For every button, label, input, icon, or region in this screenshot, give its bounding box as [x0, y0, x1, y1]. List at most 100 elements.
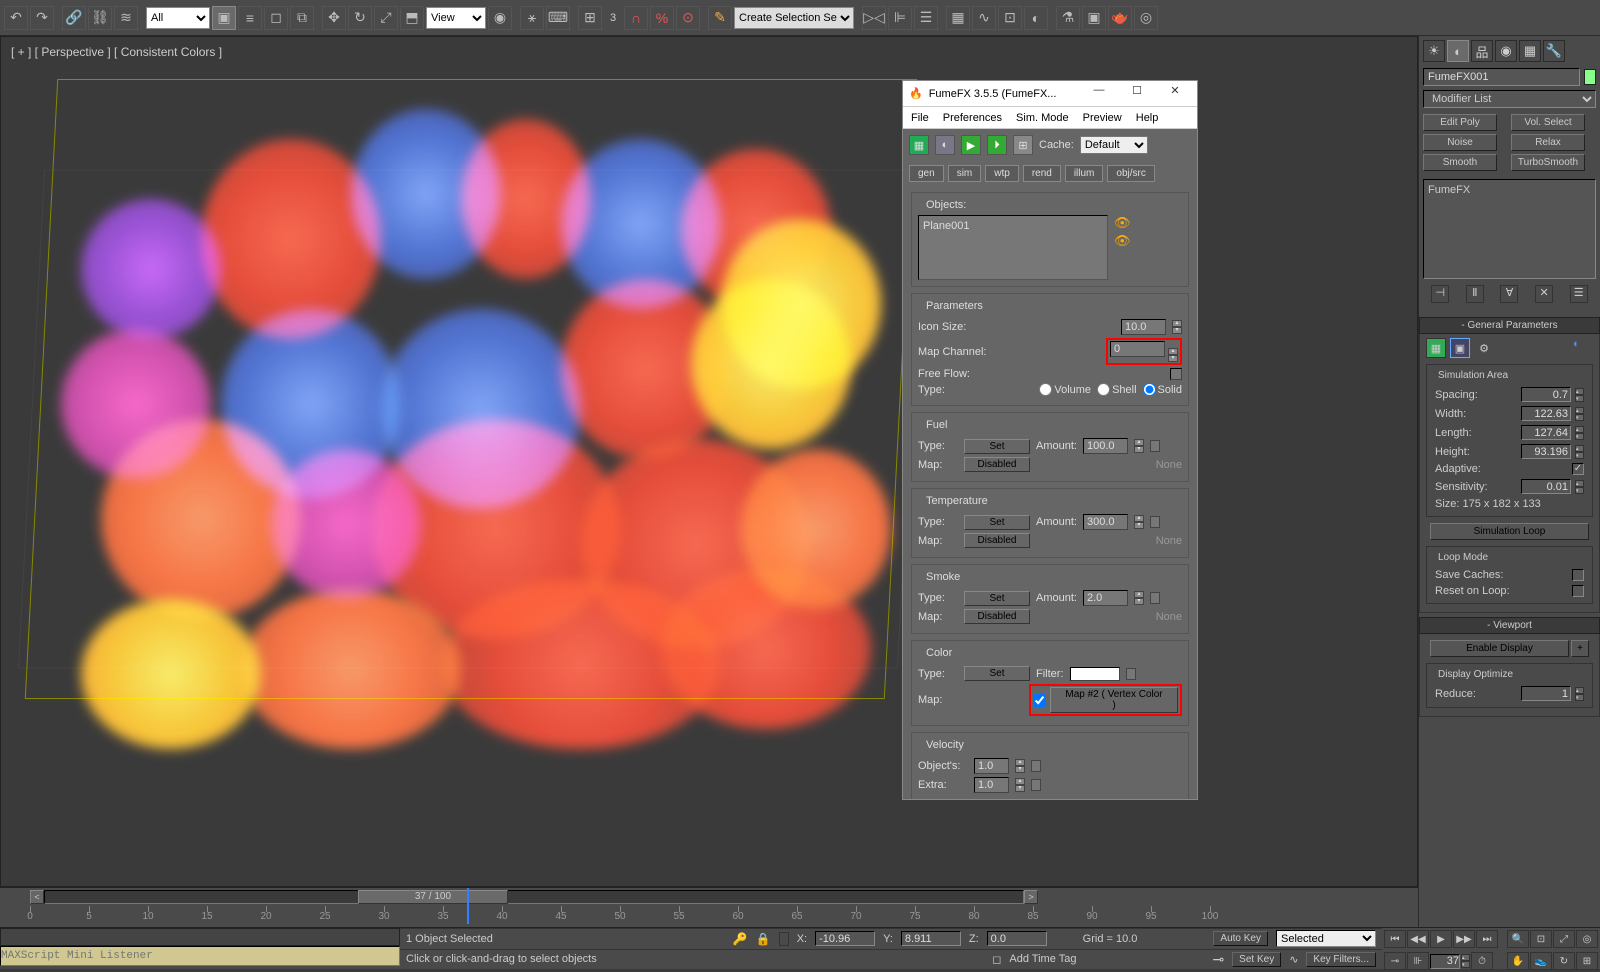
- render-setup-button[interactable]: ⚗: [1056, 6, 1080, 30]
- manipulate-button[interactable]: ⬒: [400, 6, 424, 30]
- refcoord-select[interactable]: View: [426, 7, 486, 29]
- viewnav-zoomall-button[interactable]: ⊡: [1530, 930, 1552, 948]
- time-prev-button[interactable]: <: [30, 890, 44, 904]
- time-slider[interactable]: 37 / 100: [44, 890, 1024, 904]
- menu-preview[interactable]: Preview: [1083, 112, 1122, 124]
- undo-button[interactable]: ↶: [4, 6, 28, 30]
- keyfilters-button[interactable]: Key Filters...: [1306, 952, 1376, 967]
- keystep-icon[interactable]: ⊪: [1407, 952, 1429, 970]
- keyboard-shortcut-button[interactable]: ⌨: [546, 6, 570, 30]
- gen-ico-scale[interactable]: ◐: [1573, 338, 1593, 358]
- snap-toggle-button[interactable]: ⊞: [578, 6, 602, 30]
- align-button[interactable]: ⊫: [888, 6, 912, 30]
- viewnav-fov-button[interactable]: ⤢: [1553, 930, 1575, 948]
- key-icon[interactable]: 🔑: [733, 932, 748, 946]
- viewnav-pan-button[interactable]: ✋: [1507, 952, 1529, 970]
- simulation-loop-button[interactable]: Simulation Loop: [1430, 523, 1589, 540]
- goto-start-button[interactable]: ⏮: [1384, 930, 1406, 948]
- percent-snap-button[interactable]: %: [650, 6, 674, 30]
- time-ruler[interactable]: 0510152025303540455055606570758085909510…: [0, 906, 1418, 924]
- fuel-set-button[interactable]: Set: [964, 439, 1030, 454]
- time-config-button[interactable]: ⏱: [1471, 952, 1493, 970]
- spacing-spinner[interactable]: ▴▾: [1575, 388, 1584, 402]
- next-frame-button[interactable]: ▶▶: [1453, 930, 1475, 948]
- temp-extra-button[interactable]: [1150, 516, 1160, 528]
- time-next-button[interactable]: >: [1024, 890, 1038, 904]
- render-frame-button[interactable]: ▣: [1082, 6, 1106, 30]
- smoke-disabled-button[interactable]: Disabled: [964, 609, 1030, 624]
- minimize-button[interactable]: —: [1083, 84, 1115, 104]
- sensitivity-input[interactable]: [1521, 479, 1571, 494]
- cmd-tab-modify[interactable]: ◐: [1447, 40, 1469, 62]
- select-manip-button[interactable]: ⚹: [520, 6, 544, 30]
- gen-ico3[interactable]: ⚙: [1474, 338, 1494, 358]
- mod-turbosmooth-button[interactable]: TurboSmooth: [1511, 154, 1585, 171]
- color-set-button[interactable]: Set: [964, 666, 1030, 681]
- temp-amount-spinner[interactable]: ▴▾: [1134, 515, 1144, 529]
- color-filter-swatch[interactable]: [1070, 667, 1120, 681]
- tab-rend[interactable]: rend: [1023, 165, 1061, 182]
- mini-listener-input[interactable]: [0, 946, 400, 966]
- length-input[interactable]: [1521, 425, 1571, 440]
- velocity-object-spinner[interactable]: ▴▾: [1015, 759, 1025, 773]
- width-spinner[interactable]: ▴▾: [1575, 407, 1584, 421]
- mirror-button[interactable]: ▷◁: [862, 6, 886, 30]
- enable-display-button[interactable]: Enable Display: [1430, 640, 1569, 657]
- cache-select[interactable]: Default: [1080, 136, 1148, 154]
- link-button[interactable]: 🔗: [62, 6, 86, 30]
- stack-remove-button[interactable]: ✕: [1535, 285, 1553, 303]
- maximize-button[interactable]: ☐: [1121, 84, 1153, 104]
- height-spinner[interactable]: ▴▾: [1575, 445, 1584, 459]
- spinner-snap-button[interactable]: ⊙: [676, 6, 700, 30]
- tab-wtp[interactable]: wtp: [985, 165, 1019, 182]
- sensitivity-spinner[interactable]: ▴▾: [1575, 480, 1584, 494]
- keymode-icon[interactable]: ⊸: [1384, 952, 1406, 970]
- fuel-disabled-button[interactable]: Disabled: [964, 457, 1030, 472]
- select-rotate-button[interactable]: ↻: [348, 6, 372, 30]
- setkey-button[interactable]: Set Key: [1232, 952, 1281, 967]
- layers-button[interactable]: ☰: [914, 6, 938, 30]
- edit-named-sel-button[interactable]: ✎: [708, 6, 732, 30]
- icon-size-spinner[interactable]: ▴▾: [1172, 320, 1182, 334]
- smoke-set-button[interactable]: Set: [964, 591, 1030, 606]
- velocity-extra-input[interactable]: [974, 777, 1009, 793]
- smoke-amount-spinner[interactable]: ▴▾: [1134, 591, 1144, 605]
- prev-frame-button[interactable]: ◀◀: [1407, 930, 1429, 948]
- fume-cache-icon[interactable]: ⊞: [1013, 135, 1033, 155]
- tag-icon[interactable]: ◻: [992, 953, 1001, 966]
- reduce-input[interactable]: [1521, 686, 1571, 701]
- adaptive-checkbox[interactable]: [1572, 463, 1584, 475]
- tab-gen[interactable]: gen: [909, 165, 944, 182]
- named-selset-select[interactable]: Create Selection Se: [734, 7, 854, 29]
- mod-noise-button[interactable]: Noise: [1423, 134, 1497, 151]
- mod-relax-button[interactable]: Relax: [1511, 134, 1585, 151]
- render-prod-button[interactable]: ◎: [1134, 6, 1158, 30]
- autokey-button[interactable]: Auto Key: [1213, 931, 1268, 946]
- stack-unique-button[interactable]: ∀: [1500, 285, 1518, 303]
- graphite-button[interactable]: ▦: [946, 6, 970, 30]
- width-input[interactable]: [1521, 406, 1571, 421]
- lock-icon[interactable]: 🔒: [756, 932, 771, 946]
- close-button[interactable]: ✕: [1159, 84, 1191, 104]
- reset-loop-checkbox[interactable]: [1572, 585, 1584, 597]
- cmd-tab-motion[interactable]: ◉: [1495, 40, 1517, 62]
- schematic-view-button[interactable]: ⊡: [998, 6, 1022, 30]
- rollout-general-head[interactable]: General Parameters: [1419, 317, 1600, 334]
- mod-volselect-button[interactable]: Vol. Select: [1511, 114, 1585, 131]
- y-input[interactable]: [901, 931, 961, 946]
- color-map-checkbox[interactable]: [1033, 694, 1046, 707]
- height-input[interactable]: [1521, 444, 1571, 459]
- vel-obj-extra[interactable]: [1031, 760, 1041, 772]
- color-extra-button[interactable]: [1126, 668, 1136, 680]
- x-input[interactable]: [815, 931, 875, 946]
- goto-end-button[interactable]: ⏭: [1476, 930, 1498, 948]
- vel-ext-extra[interactable]: [1031, 779, 1041, 791]
- menu-help[interactable]: Help: [1136, 112, 1159, 124]
- temp-amount-input[interactable]: [1083, 514, 1128, 530]
- add-time-tag-button[interactable]: Add Time Tag: [1009, 953, 1076, 965]
- time-handle[interactable]: 37 / 100: [358, 890, 508, 904]
- color-map-button[interactable]: Map #2 ( Vertex Color ): [1050, 687, 1178, 713]
- select-region-button[interactable]: ◻: [264, 6, 288, 30]
- redo-button[interactable]: ↷: [30, 6, 54, 30]
- reduce-spinner[interactable]: ▴▾: [1575, 687, 1584, 701]
